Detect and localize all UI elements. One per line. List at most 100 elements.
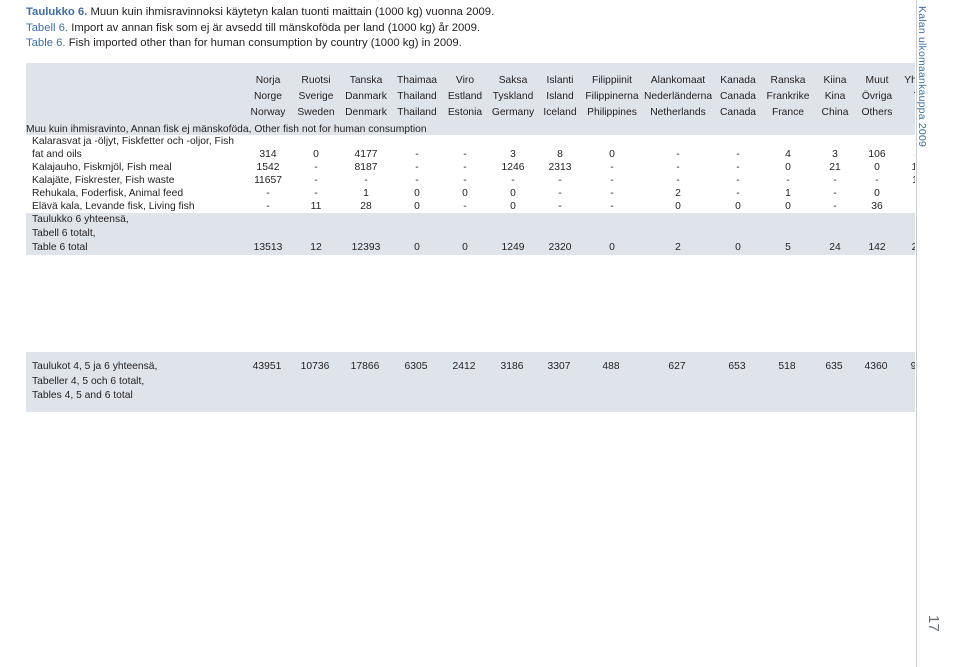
header-cell-canada-en: Canada [719, 107, 757, 118]
header-cell-canada-sv: Canada [719, 91, 757, 102]
cell-germany: 0 [510, 188, 516, 199]
cell-netherlands: - [676, 162, 680, 173]
caption-line-sv: Tabell 6. Import av annan fisk som ej är… [26, 21, 906, 37]
caption-fi-text: Muun kuin ihmisravinnoksi käytetyn kalan… [90, 6, 495, 18]
grand-label-sv: Tabeller 4, 5 och 6 totalt, [32, 375, 145, 387]
total-netherlands: 2 [642, 213, 714, 255]
cell-netherlands: - [676, 149, 680, 160]
grand-total-label: Taulukot 4, 5 ja 6 yhteensä, Tabeller 4,… [26, 352, 244, 412]
header-cell-denmark-sv: Danmark [345, 91, 387, 102]
cell-others: 106 [868, 149, 886, 160]
row-label: Kalarasvat ja -öljyt, Fiskfetter och -ol… [32, 136, 235, 160]
caption-line-fi: Taulukko 6. Muun kuin ihmisravinnoksi kä… [26, 5, 906, 21]
total-label-sv: Tabell 6 totalt, [32, 228, 96, 239]
cell-germany: - [511, 175, 515, 186]
cell-others: 36 [871, 201, 883, 212]
header-cell-denmark-fi: Tanska [349, 75, 383, 86]
cell-china: - [833, 188, 837, 199]
cell-netherlands: 2 [675, 188, 681, 199]
total-sweden: 12 [292, 213, 340, 255]
header-cell-germany-fi: Saksa [498, 75, 528, 86]
row-label: Kalajauho, Fiskmjöl, Fish meal [32, 162, 172, 173]
cell-sweden: - [314, 188, 318, 199]
cell-norway: - [266, 188, 270, 199]
caption-en-label: Table 6. [26, 37, 66, 49]
total-thailand: 0 [392, 213, 442, 255]
header-cell-france-fi: Ranska [770, 75, 806, 86]
header-cell [26, 102, 244, 124]
cell-china: - [833, 175, 837, 186]
grand-denmark: 17866 [340, 352, 392, 412]
cell-norway: - [266, 201, 270, 212]
row-label: Rehukala, Foderfisk, Animal feed [32, 188, 184, 199]
caption-line-en: Table 6. Fish imported other than for hu… [26, 36, 906, 52]
cell-thailand: - [415, 149, 419, 160]
cell-china: - [833, 201, 837, 212]
cell-france: 1 [785, 188, 791, 199]
header-cell-others-sv: Övriga [861, 91, 893, 102]
total-label-en: Table 6 total [32, 242, 88, 253]
total-others: 142 [856, 213, 898, 255]
header-cell [26, 63, 244, 86]
grand-china: 635 [814, 352, 856, 412]
total-germany: 1249 [488, 213, 538, 255]
header-cell-estonia-sv: Estland [447, 91, 483, 102]
cell-others: 0 [874, 188, 880, 199]
header-cell-thailand-fi: Thaimaa [396, 75, 438, 86]
total-norway: 13513 [244, 213, 292, 255]
cell-sweden: - [314, 162, 318, 173]
total-philippines: 0 [582, 213, 642, 255]
caption-fi-label: Taulukko 6. [26, 6, 88, 18]
grand-estonia: 2412 [442, 352, 488, 412]
caption-sv-text: Import av annan fisk som ej är avsedd ti… [71, 21, 481, 34]
cell-france: 0 [785, 201, 791, 212]
cell-canada: 0 [735, 201, 741, 212]
cell-norway: 1542 [256, 162, 280, 173]
publication-title: Kalan ulkomaankauppa 2009 [916, 6, 928, 148]
cell-thailand: - [415, 175, 419, 186]
cell-philippines: - [610, 188, 614, 199]
header-cell-philippines-en: Philippines [587, 107, 637, 118]
cell-canada: - [736, 162, 740, 173]
table-header-row-fi: Norja Ruotsi Tanska Thaimaa Viro Saksa I… [26, 63, 954, 86]
header-cell-estonia-fi: Viro [455, 75, 475, 86]
cell-philippines: - [610, 162, 614, 173]
header-cell-germany-en: Germany [491, 107, 535, 118]
cell-iceland: - [558, 175, 562, 186]
header-cell-norway-en: Norway [250, 107, 286, 118]
cell-sweden: 11 [310, 201, 322, 212]
header-cell-iceland-en: Iceland [543, 107, 577, 118]
import-table-container: Norja Ruotsi Tanska Thaimaa Viro Saksa I… [26, 63, 954, 255]
grand-total-container: Taulukot 4, 5 ja 6 yhteensä, Tabeller 4,… [26, 352, 954, 412]
total-china: 24 [814, 213, 856, 255]
header-cell-iceland-fi: Islanti [546, 75, 574, 86]
header-cell-sweden-sv: Sverige [298, 91, 334, 102]
cell-thailand: - [415, 162, 419, 173]
cell-canada: - [736, 188, 740, 199]
header-cell-norway-sv: Norge [253, 91, 283, 102]
header-cell-netherlands-sv: Nederländerna [643, 91, 713, 102]
cell-germany: 0 [510, 201, 516, 212]
table-row: Elävä kala, Levande fisk, Living fish - … [26, 200, 954, 213]
cell-denmark: 1 [363, 188, 369, 199]
cell-canada: - [736, 175, 740, 186]
caption-en-text: Fish imported other than for human consu… [68, 37, 462, 49]
cell-netherlands: 0 [675, 201, 681, 212]
header-cell-iceland-sv: Island [546, 91, 574, 102]
total-label-fi: Taulukko 6 yhteensä, [32, 214, 129, 225]
cell-denmark: 28 [360, 201, 372, 212]
header-cell-netherlands-fi: Alankomaat [650, 75, 706, 86]
cell-sweden: 0 [313, 149, 319, 160]
cell-iceland: 2313 [548, 162, 572, 173]
cell-others: 0 [874, 162, 880, 173]
cell-france: - [786, 175, 790, 186]
header-cell-canada-fi: Kanada [720, 75, 756, 86]
cell-estonia: 0 [462, 188, 468, 199]
cell-norway: 314 [259, 149, 277, 160]
table-caption: Taulukko 6. Muun kuin ihmisravinnoksi kä… [26, 5, 906, 52]
grand-philippines: 488 [582, 352, 642, 412]
total-iceland: 2320 [538, 213, 582, 255]
cell-denmark: - [364, 175, 368, 186]
total-canada: 0 [714, 213, 762, 255]
table-row: Kalajauho, Fiskmjöl, Fish meal 1542 - 81… [26, 161, 954, 174]
